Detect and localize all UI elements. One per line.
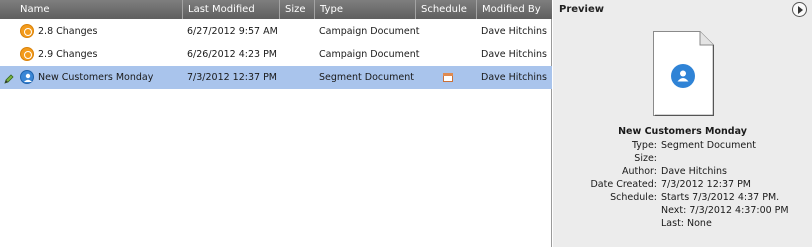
calendar-icon[interactable] [443,73,453,82]
column-header-size[interactable]: Size [280,0,315,19]
column-header-last-modified[interactable]: Last Modified [183,0,280,19]
preview-field: Author: Dave Hitchins [553,166,812,178]
preview-field: Size: [553,153,812,165]
field-label: Author: [621,166,657,177]
preview-toggle-button[interactable] [792,2,807,17]
document-name: New Customers Monday [38,72,154,83]
preview-field: Type: Segment Document [553,140,812,152]
column-header-name[interactable]: Name [15,0,183,19]
document-type: Campaign Document [319,49,420,60]
document-name: 2.8 Changes [38,26,98,37]
field-value: Last: None [661,218,712,229]
preview-field: Date Created: 7/3/2012 12:37 PM [553,179,812,191]
list-item[interactable]: 2.9 Changes 6/26/2012 4:23 PM Campaign D… [0,43,552,66]
last-modified: 6/26/2012 4:23 PM [187,49,278,60]
list-item[interactable]: 2.8 Changes 6/27/2012 9:57 AM Campaign D… [0,20,552,43]
document-thumbnail [653,31,714,116]
modified-by: Dave Hitchins [481,49,547,60]
preview-field: Schedule: Starts 7/3/2012 4:37 PM. [553,192,812,204]
document-name: 2.9 Changes [38,49,98,60]
preview-field: Next: 7/3/2012 4:37:00 PM [553,205,812,217]
pencil-icon [4,74,14,84]
field-value: Dave Hitchins [661,166,727,177]
preview-document-name: New Customers Monday [618,126,747,137]
modified-by: Dave Hitchins [481,72,547,83]
segment-document-icon [671,64,695,88]
field-label: Date Created: [590,179,657,190]
list-item-selected[interactable]: New Customers Monday 7/3/2012 12:37 PM S… [0,66,552,89]
document-list: Name Last Modified Size Type Schedule Mo… [0,0,552,247]
column-header-type[interactable]: Type [315,0,416,19]
document-type: Segment Document [319,72,414,83]
preview-field: Last: None [553,218,812,230]
last-modified: 6/27/2012 9:57 AM [187,26,278,37]
field-label: Type: [631,140,657,151]
modified-by: Dave Hitchins [481,26,547,37]
field-value: Next: 7/3/2012 4:37:00 PM [661,205,789,216]
last-modified: 7/3/2012 12:37 PM [187,72,278,83]
field-label: Schedule: [610,192,657,203]
field-value: 7/3/2012 12:37 PM [661,179,752,190]
document-type: Campaign Document [319,26,420,37]
field-value: Starts 7/3/2012 4:37 PM. [661,192,780,203]
field-label: Size: [634,153,657,164]
segment-document-icon [20,70,34,84]
field-value: Segment Document [661,140,756,151]
column-header-modified-by[interactable]: Modified By [477,0,552,19]
preview-pane: Preview New Customers Monday Type: Segme… [553,0,812,247]
preview-title: Preview [559,4,605,15]
column-header-schedule[interactable]: Schedule [416,0,477,19]
campaign-document-icon [20,24,34,38]
campaign-document-icon [20,47,34,61]
column-header-bar: Name Last Modified Size Type Schedule Mo… [0,0,552,19]
